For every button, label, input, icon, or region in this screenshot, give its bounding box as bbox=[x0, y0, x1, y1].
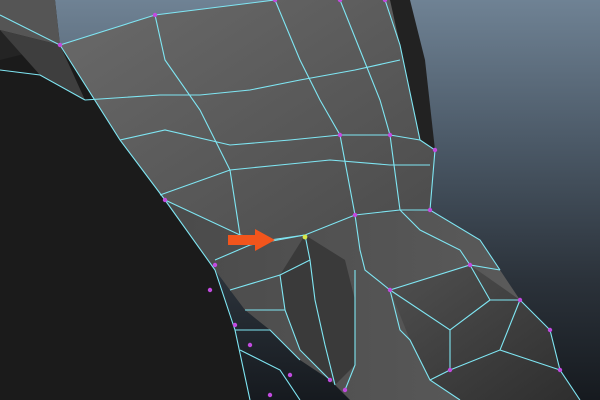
mesh-scene[interactable] bbox=[0, 0, 600, 400]
selected-vertex[interactable] bbox=[302, 234, 308, 240]
3d-viewport[interactable] bbox=[0, 0, 600, 400]
